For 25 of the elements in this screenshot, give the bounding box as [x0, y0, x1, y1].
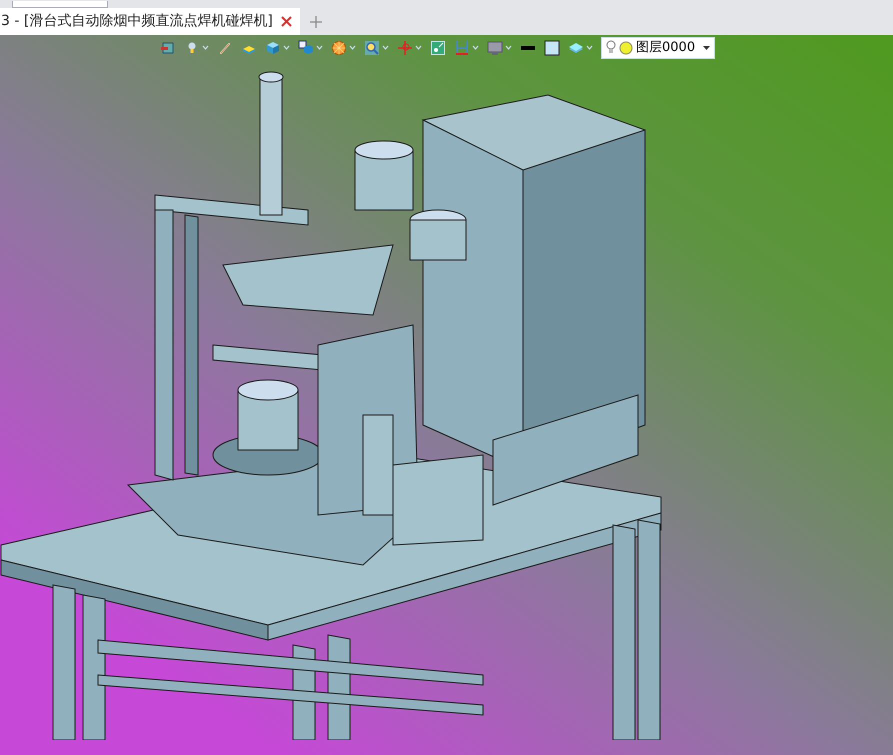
document-tab[interactable]: 3 - [滑台式自动除烟中频直流点焊机碰焊机] [0, 8, 300, 35]
caret-icon[interactable] [382, 45, 389, 50]
square-icon[interactable] [544, 40, 560, 56]
view-cube-icon[interactable] [298, 40, 314, 56]
caret-icon[interactable] [415, 45, 422, 50]
zoom-icon[interactable] [364, 40, 380, 56]
fit-view-icon[interactable] [430, 40, 446, 56]
caret-icon[interactable] [283, 45, 290, 50]
add-tab-icon[interactable] [310, 16, 322, 28]
monitor-icon[interactable] [487, 40, 503, 56]
caret-icon[interactable] [505, 45, 512, 50]
circle-icon [619, 40, 633, 54]
command-field[interactable] [12, 1, 108, 8]
close-icon[interactable] [280, 16, 292, 27]
caret-icon[interactable] [316, 45, 323, 50]
caret-icon [703, 46, 710, 50]
layer-dropdown[interactable]: 图层0000 [601, 36, 715, 58]
caret-icon[interactable] [202, 45, 209, 50]
caret-icon[interactable] [472, 45, 479, 50]
caret-icon[interactable] [586, 45, 593, 50]
caret-icon[interactable] [349, 45, 356, 50]
cube-icon[interactable] [265, 40, 281, 56]
lightbulb-icon [606, 40, 616, 55]
model-viewport[interactable]: 图层0000 [0, 35, 893, 755]
axis-icon[interactable] [397, 40, 413, 56]
